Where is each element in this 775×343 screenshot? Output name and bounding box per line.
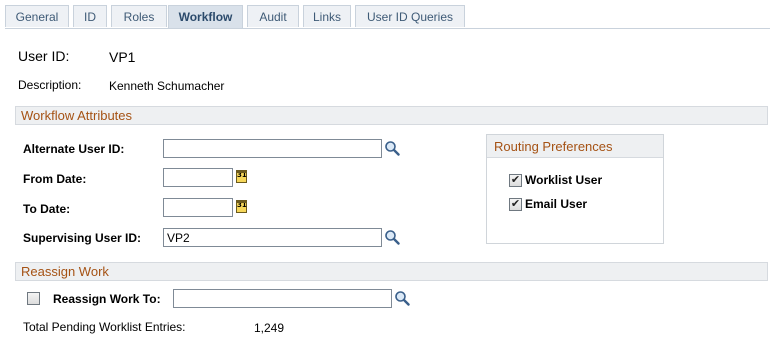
workflow-attributes-header: Workflow Attributes (15, 106, 768, 125)
worklist-user-checkbox[interactable]: ✔ (509, 174, 522, 187)
alternate-user-id-lookup-icon[interactable] (384, 140, 400, 156)
alternate-user-id-label: Alternate User ID: (23, 142, 125, 156)
total-pending-worklist-label: Total Pending Worklist Entries: (23, 320, 186, 334)
user-id-label: User ID: (18, 48, 70, 64)
total-pending-worklist-value: 1,249 (254, 321, 285, 335)
supervising-user-id-label: Supervising User ID: (23, 231, 142, 245)
tab-id[interactable]: ID (73, 5, 107, 27)
to-date-label: To Date: (23, 202, 71, 216)
supervising-user-id-input[interactable] (163, 228, 382, 247)
from-date-input[interactable] (163, 168, 233, 187)
supervising-user-id-lookup-icon[interactable] (384, 229, 400, 245)
tab-user-id-queries[interactable]: User ID Queries (355, 5, 465, 27)
worklist-user-label: Worklist User (525, 173, 603, 187)
email-user-checkbox[interactable]: ✔ (509, 198, 522, 211)
from-date-calendar-icon[interactable]: 31 (236, 170, 247, 183)
tab-links[interactable]: Links (303, 5, 351, 27)
tab-general[interactable]: General (5, 5, 69, 27)
user-id-value: VP1 (109, 49, 136, 65)
tab-workflow[interactable]: Workflow (168, 5, 243, 29)
to-date-calendar-icon[interactable]: 31 (236, 200, 247, 213)
routing-preferences-title: Routing Preferences (487, 135, 663, 158)
routing-preferences-box: Routing Preferences ✔ Worklist User ✔ Em… (486, 134, 664, 244)
reassign-work-header: Reassign Work (15, 262, 768, 281)
alternate-user-id-input[interactable] (163, 139, 382, 158)
reassign-work-lookup-icon[interactable] (394, 290, 410, 306)
reassign-work-to-input[interactable] (173, 289, 392, 308)
reassign-work-to-label: Reassign Work To: (53, 292, 161, 306)
description-value: Kenneth Schumacher (109, 79, 225, 93)
tab-audit[interactable]: Audit (247, 5, 299, 27)
email-user-label: Email User (525, 197, 588, 211)
tab-roles[interactable]: Roles (111, 5, 167, 27)
reassign-work-checkbox[interactable] (27, 292, 40, 305)
to-date-input[interactable] (163, 198, 233, 217)
from-date-label: From Date: (23, 172, 87, 186)
description-label: Description: (18, 78, 82, 92)
tab-divider (5, 28, 770, 29)
